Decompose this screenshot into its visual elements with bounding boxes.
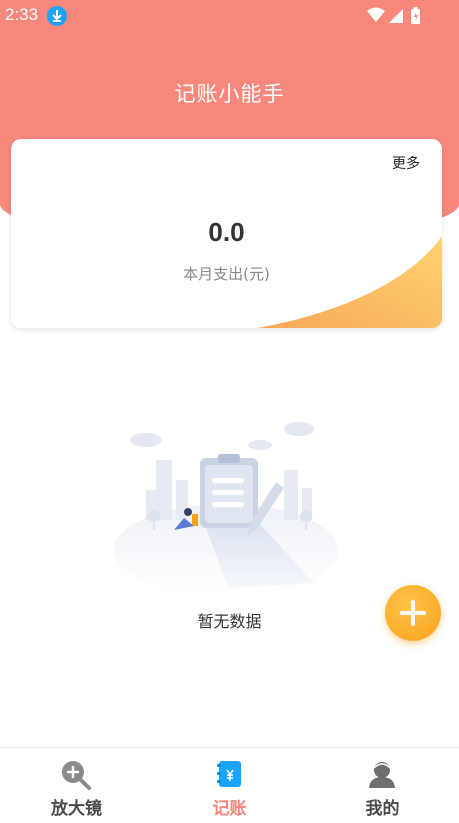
notebook-icon [217, 761, 241, 787]
wifi-icon [367, 7, 385, 22]
monthly-summary-card: 更多 0.0 本月支出(元) [11, 139, 442, 328]
bottom-nav: 放大镜 记账 我的 [0, 747, 459, 823]
cloud-icon [130, 422, 314, 450]
add-record-button[interactable] [385, 585, 441, 641]
battery-icon [411, 7, 420, 24]
page-title: 记账小能手 [174, 82, 285, 106]
nav-label-magnifier: 放大镜 [51, 799, 102, 819]
more-link[interactable]: 更多 [392, 153, 420, 173]
nav-item-bookkeeping[interactable]: 记账 [153, 748, 306, 823]
monthly-expense-label: 本月支出(元) [183, 265, 270, 283]
empty-state-illustration [114, 422, 338, 596]
download-icon [47, 6, 67, 26]
nav-item-mine[interactable]: 我的 [306, 748, 459, 823]
nav-item-magnifier[interactable]: 放大镜 [0, 748, 153, 823]
clipboard-icon [200, 454, 258, 528]
status-icons [365, 6, 425, 26]
nav-label-bookkeeping: 记账 [212, 799, 247, 819]
status-time: 2:33 [5, 5, 39, 24]
user-icon [369, 762, 395, 788]
magnifier-icon [62, 761, 91, 790]
nav-label-mine: 我的 [365, 799, 400, 819]
signal-icon [389, 9, 403, 23]
monthly-expense-amount: 0.0 [208, 217, 245, 247]
status-bar: 2:33 [0, 0, 459, 30]
